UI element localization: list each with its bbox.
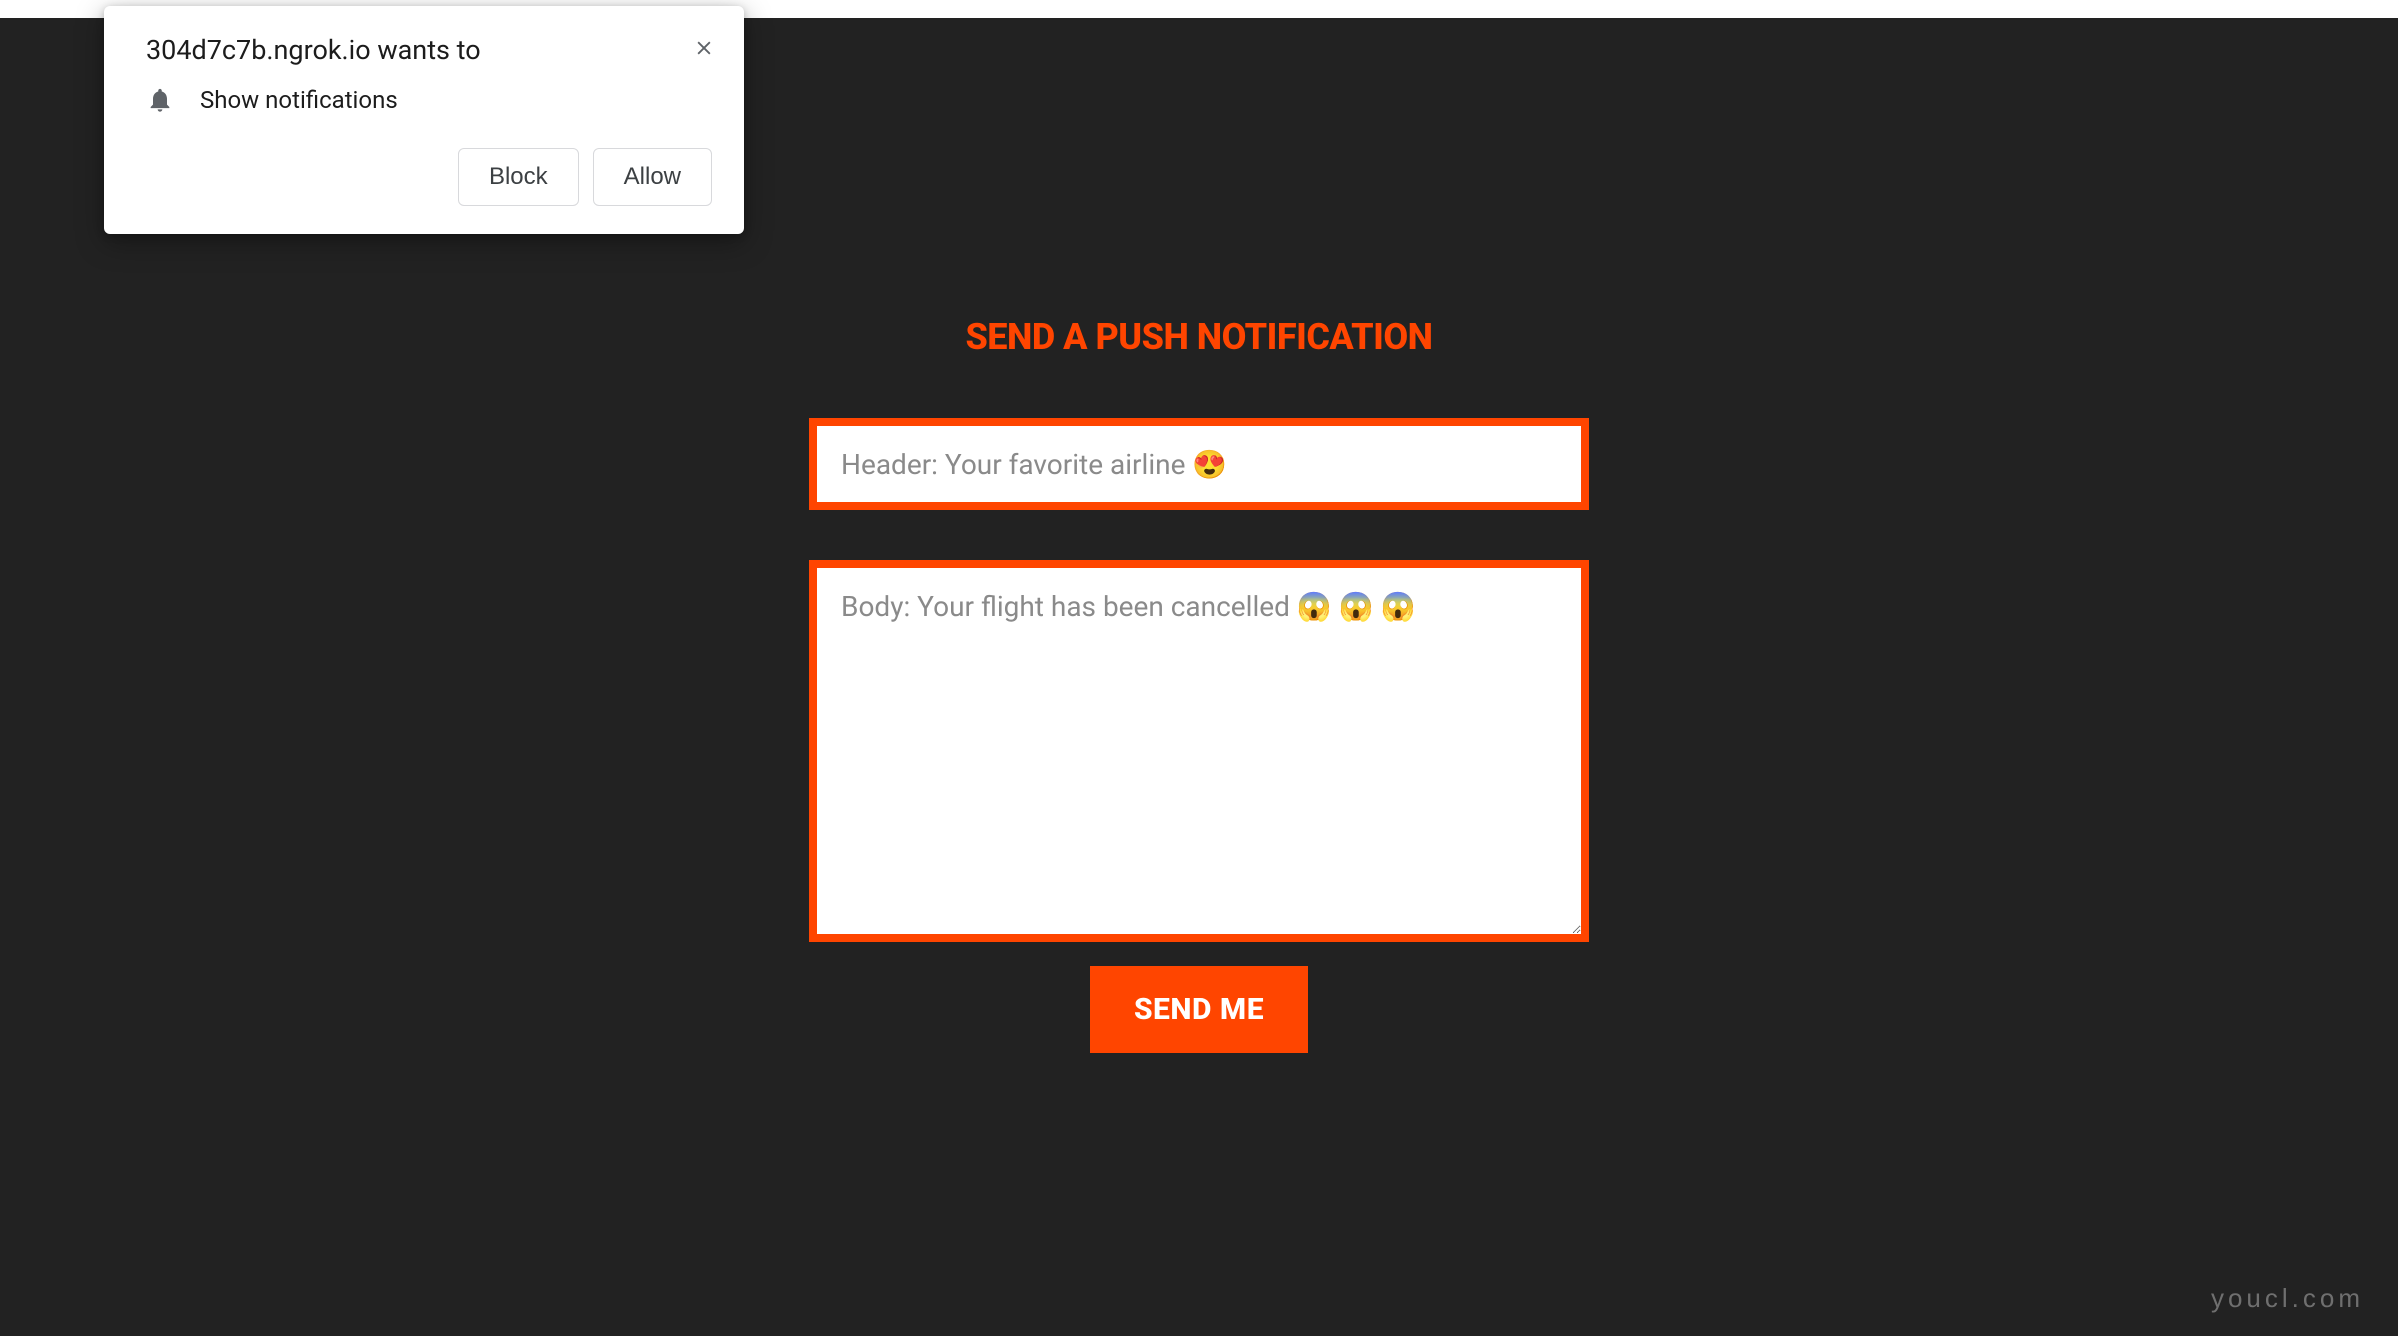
permission-body: Show notifications (136, 86, 712, 114)
block-button[interactable]: Block (458, 148, 579, 206)
form-title: SEND A PUSH NOTIFICATION (965, 316, 1432, 358)
allow-button[interactable]: Allow (593, 148, 712, 206)
bell-icon (146, 86, 174, 114)
send-button[interactable]: SEND ME (1090, 966, 1308, 1053)
permission-actions: Block Allow (136, 148, 712, 206)
body-textarea[interactable] (809, 560, 1589, 942)
header-input[interactable] (809, 418, 1589, 510)
permission-origin-text: 304d7c7b.ngrok.io wants to (136, 34, 712, 66)
permission-description: Show notifications (200, 86, 398, 114)
close-icon[interactable] (690, 34, 718, 62)
push-notification-form: SEND A PUSH NOTIFICATION SEND ME (809, 316, 1589, 1053)
watermark: youcl.com (2211, 1283, 2364, 1314)
notification-permission-prompt: 304d7c7b.ngrok.io wants to Show notifica… (104, 6, 744, 234)
